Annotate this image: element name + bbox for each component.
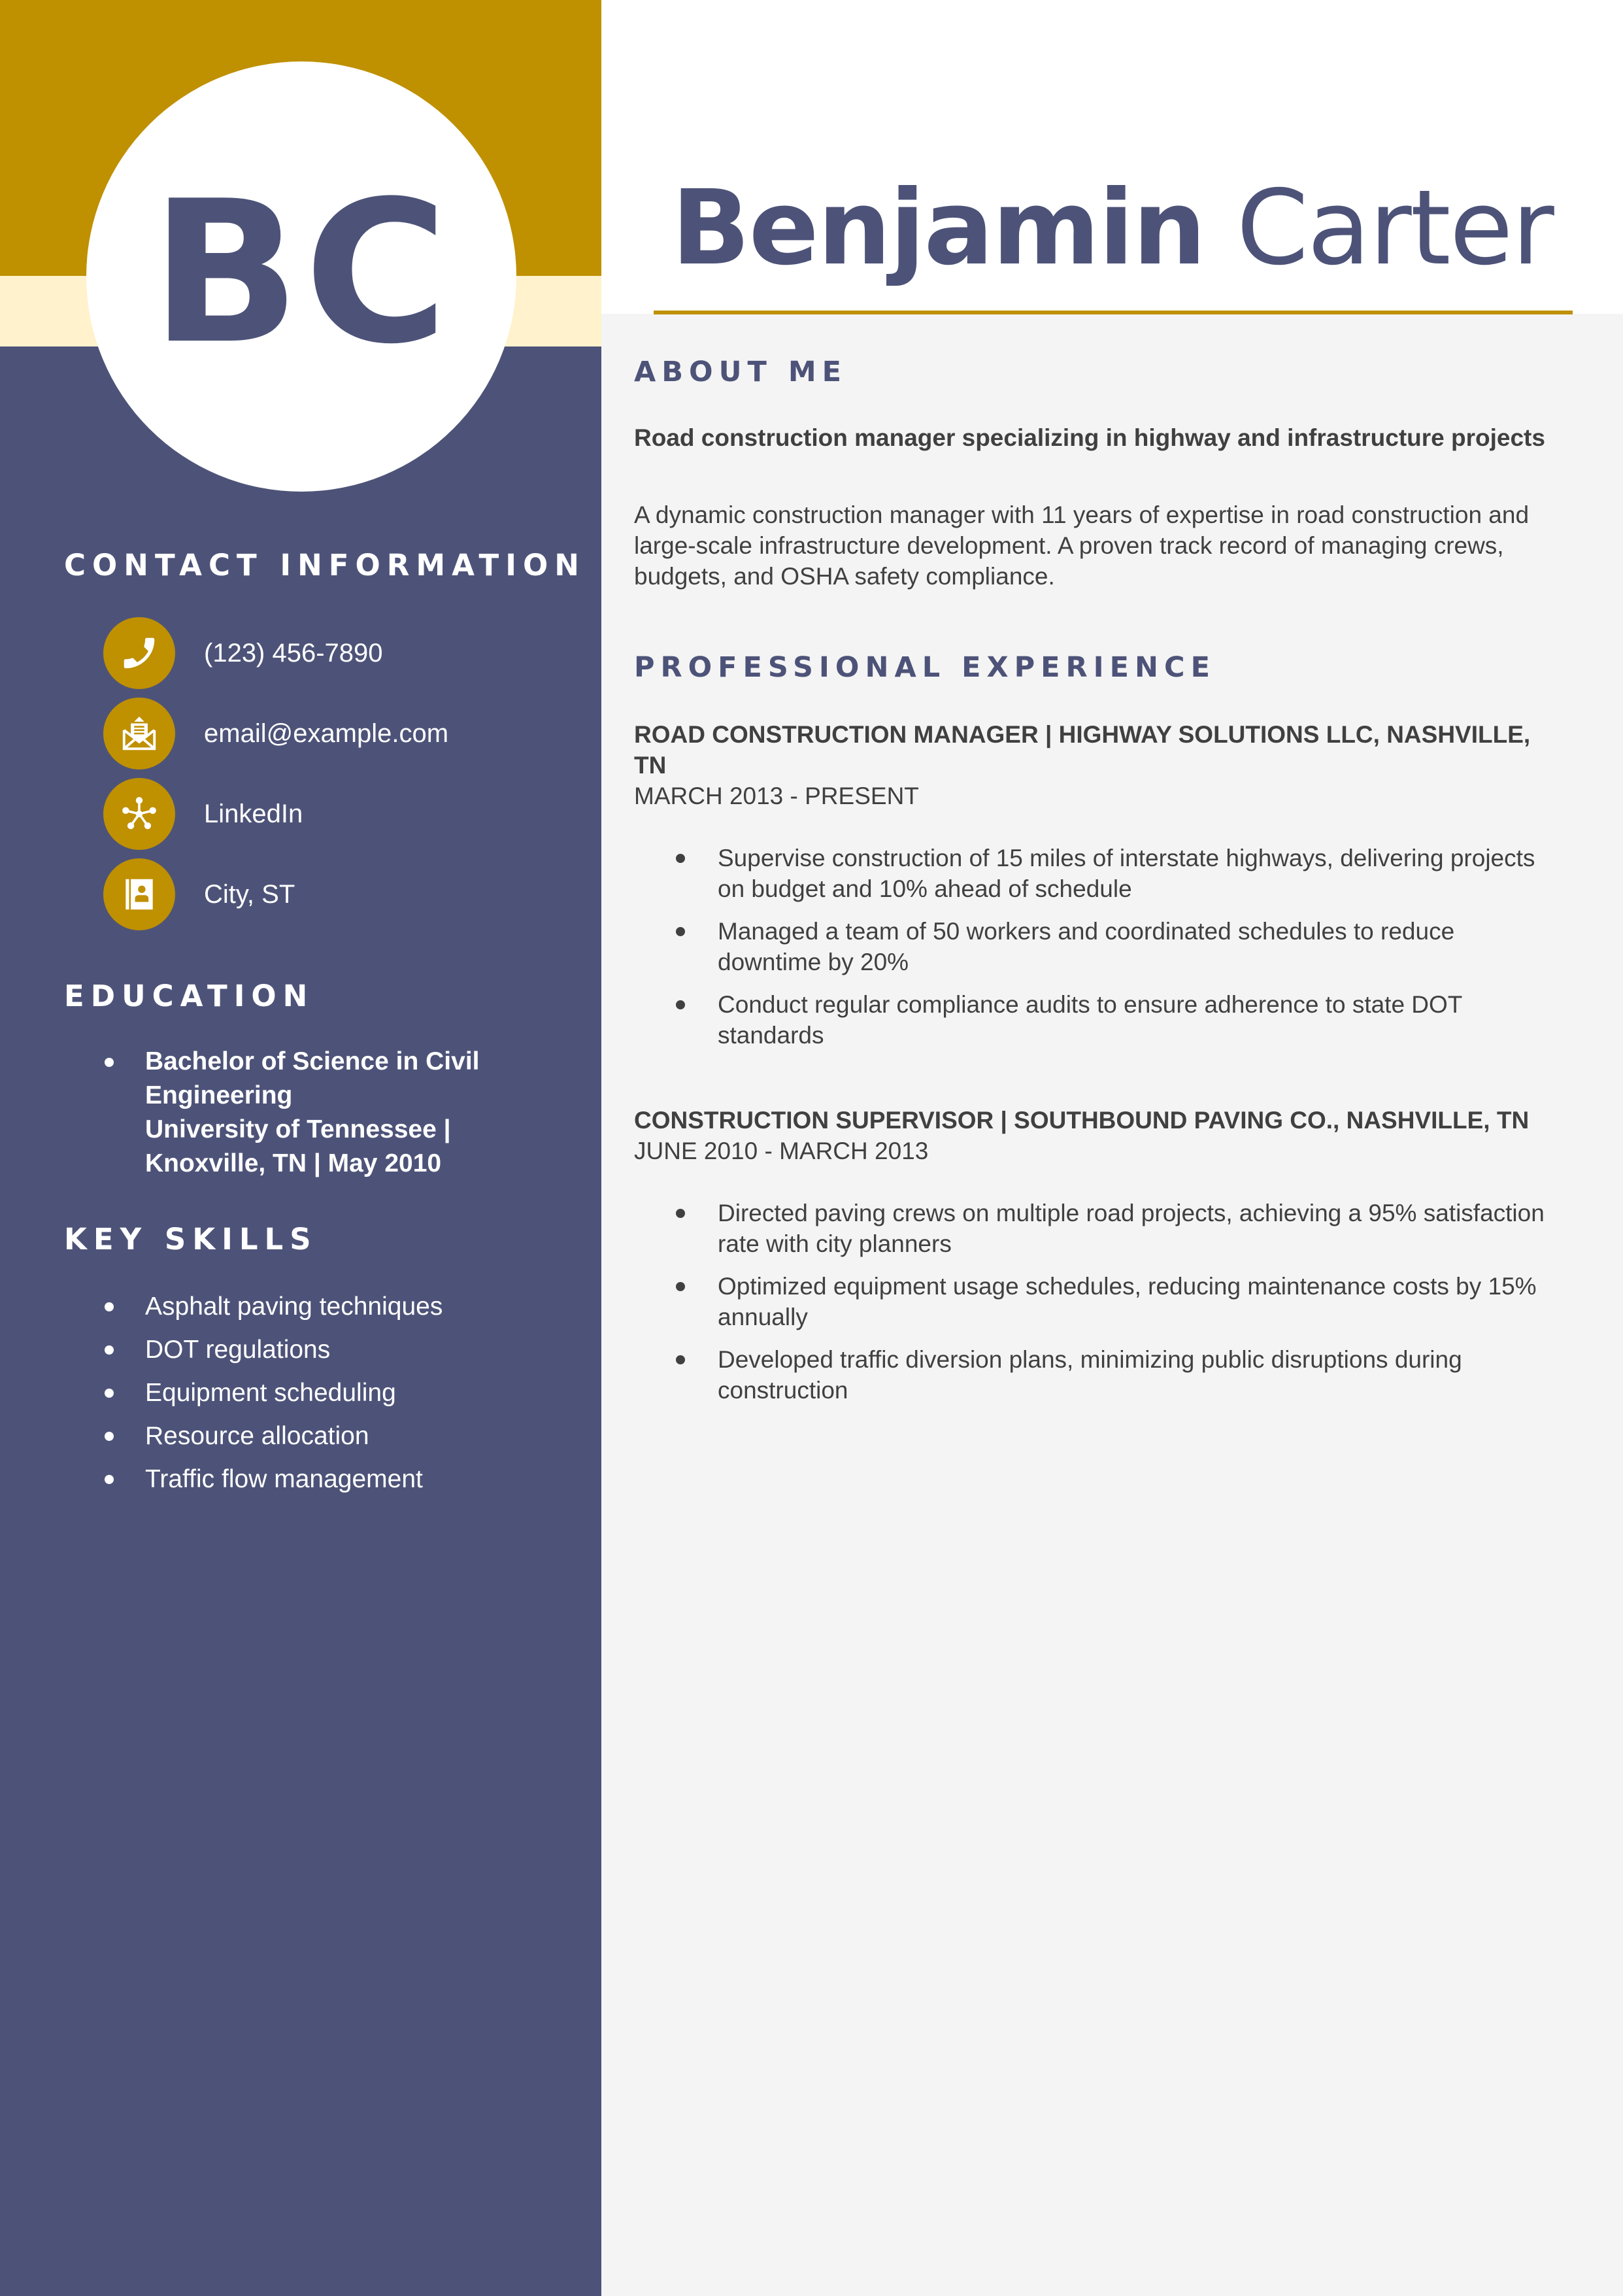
contact-phone[interactable]: (123) 456-7890 (204, 639, 383, 668)
phone-icon (103, 617, 175, 689)
contact-email[interactable]: email@example.com (204, 719, 448, 749)
job-bullet: Optimized equipment usage schedules, red… (634, 1271, 1562, 1332)
about-title: Road construction manager specializing i… (634, 424, 1545, 451)
candidate-name: Benjamin Carter (601, 177, 1623, 280)
job-entry: ROAD CONSTRUCTION MANAGER | HIGHWAY SOLU… (634, 719, 1562, 1062)
job-dates: JUNE 2010 - MARCH 2013 (634, 1138, 929, 1164)
skills-list: Asphalt paving techniques DOT regulation… (105, 1288, 510, 1504)
contact-item-location: City, ST (103, 858, 295, 930)
education-item: Bachelor of Science in Civil Engineering… (105, 1045, 510, 1181)
job-title: CONSTRUCTION SUPERVISOR | SOUTHBOUND PAV… (634, 1107, 1530, 1134)
job-bullet: Supervise construction of 15 miles of in… (634, 843, 1562, 904)
sidebar: BC CONTACT INFORMATION (123) 456-7890 em… (0, 0, 601, 2296)
network-icon (103, 778, 175, 850)
skill-item: Equipment scheduling (105, 1374, 510, 1417)
job-bullets: Directed paving crews on multiple road p… (634, 1198, 1562, 1406)
contact-heading: CONTACT INFORMATION (64, 548, 586, 582)
about-heading: ABOUT ME (634, 356, 847, 388)
education-school: University of Tennessee | Knoxville, TN … (145, 1115, 451, 1177)
job-bullets: Supervise construction of 15 miles of in… (634, 843, 1562, 1051)
job-entry: CONSTRUCTION SUPERVISOR | SOUTHBOUND PAV… (634, 1105, 1562, 1417)
about-body: A dynamic construction manager with 11 y… (634, 501, 1530, 590)
contact-item-email: email@example.com (103, 698, 448, 769)
skill-item: DOT regulations (105, 1331, 510, 1374)
address-book-icon (103, 858, 175, 930)
education-degree: Bachelor of Science in Civil Engineering (145, 1047, 480, 1109)
job-bullet: Directed paving crews on multiple road p… (634, 1198, 1562, 1259)
experience-heading: PROFESSIONAL EXPERIENCE (634, 651, 1216, 684)
monogram-initials: BC (150, 159, 452, 387)
name-underline-divider (654, 311, 1573, 314)
job-bullet: Conduct regular compliance audits to ens… (634, 989, 1562, 1051)
contact-item-linkedin: LinkedIn (103, 778, 303, 850)
first-name: Benjamin (671, 168, 1206, 288)
skills-heading: KEY SKILLS (64, 1222, 318, 1257)
job-bullet: Managed a team of 50 workers and coordin… (634, 916, 1562, 977)
contact-linkedin[interactable]: LinkedIn (204, 800, 303, 829)
skill-item: Traffic flow management (105, 1460, 510, 1504)
education-list: Bachelor of Science in Civil Engineering… (105, 1045, 510, 1181)
contact-item-phone: (123) 456-7890 (103, 617, 383, 689)
name-header: Benjamin Carter (601, 0, 1623, 314)
skill-item: Asphalt paving techniques (105, 1288, 510, 1331)
skill-item: Resource allocation (105, 1417, 510, 1460)
last-name: Carter (1236, 168, 1554, 288)
job-dates: MARCH 2013 - PRESENT (634, 783, 919, 809)
monogram-circle: BC (86, 61, 516, 492)
job-title: ROAD CONSTRUCTION MANAGER | HIGHWAY SOLU… (634, 721, 1531, 779)
envelope-icon (103, 698, 175, 769)
education-heading: EDUCATION (64, 979, 314, 1013)
job-bullet: Developed traffic diversion plans, minim… (634, 1344, 1562, 1406)
contact-location: City, ST (204, 879, 295, 909)
